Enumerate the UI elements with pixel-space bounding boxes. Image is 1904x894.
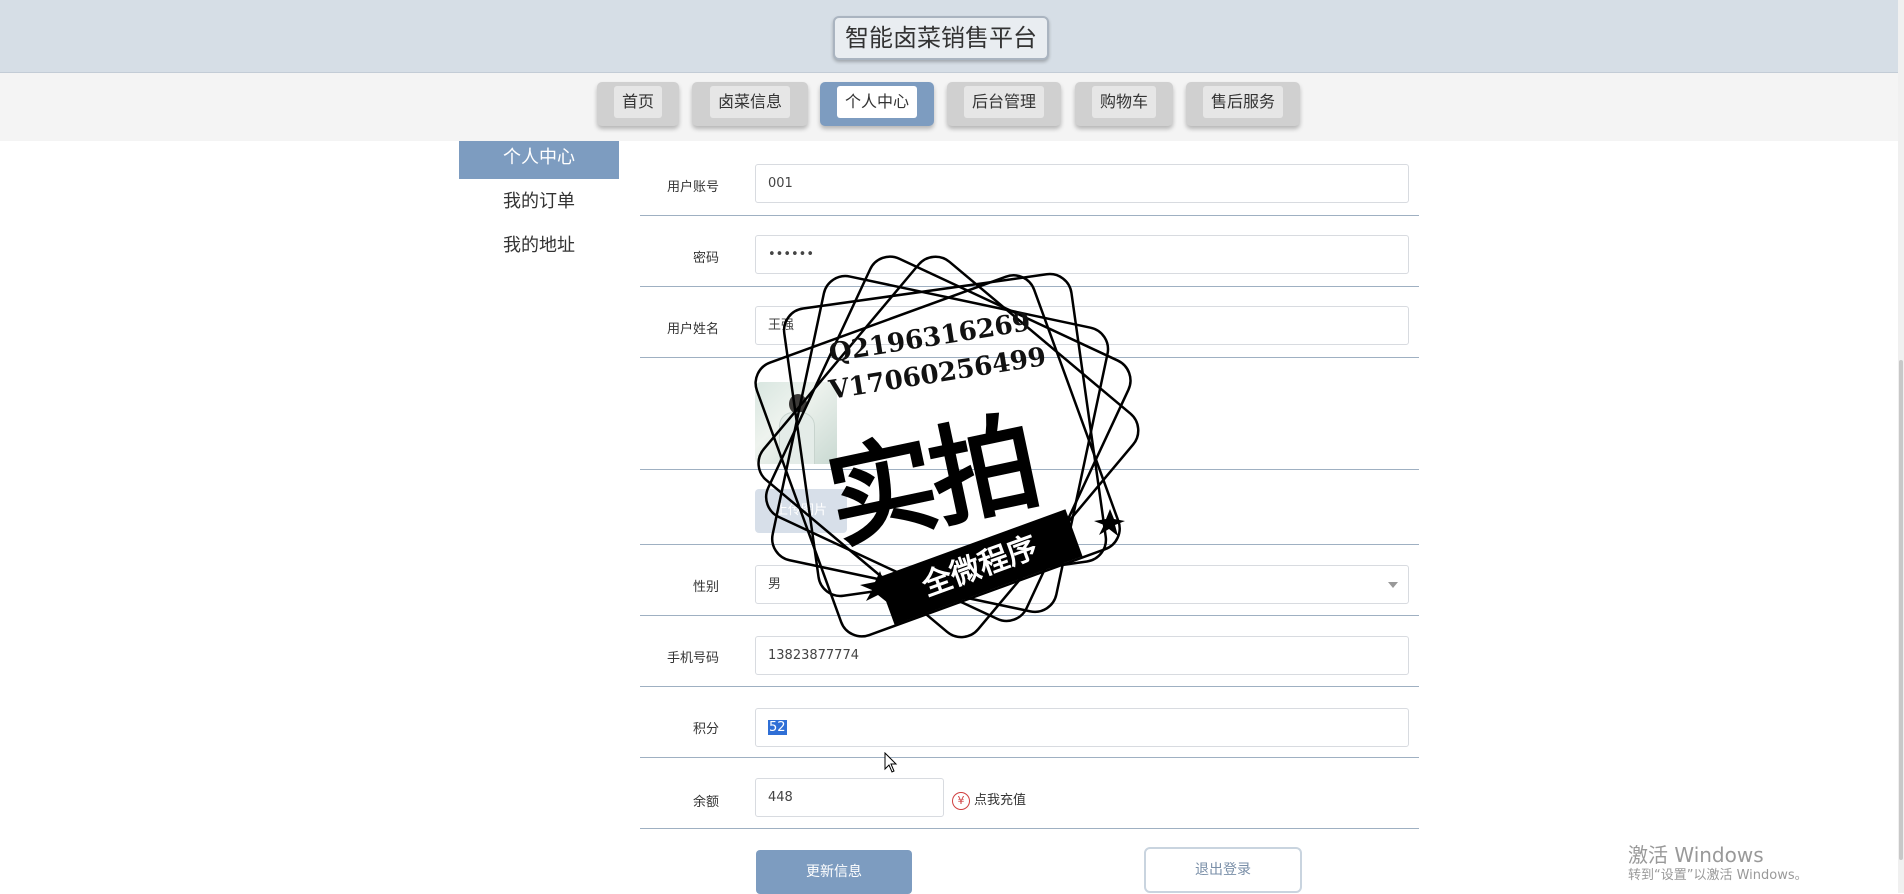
logout-button[interactable]: 退出登录 xyxy=(1144,847,1302,893)
password-label: 密码 xyxy=(692,251,719,266)
chevron-down-icon xyxy=(1388,582,1398,588)
points-label: 积分 xyxy=(692,722,719,737)
nav-products[interactable]: 卤菜信息 xyxy=(692,82,808,126)
sidebar: 个人中心 我的订单 我的地址 xyxy=(459,141,619,273)
account-row: 用户账号 001 xyxy=(640,152,1419,216)
site-title: 智能卤菜销售平台 xyxy=(833,16,1049,60)
windows-activation-subtitle: 转到“设置”以激活 Windows。 xyxy=(1628,868,1808,883)
mouse-cursor-icon xyxy=(884,752,898,773)
nav-cart[interactable]: 购物车 xyxy=(1075,82,1173,126)
account-input[interactable]: 001 xyxy=(755,164,1409,203)
recharge-link[interactable]: ¥ 点我充值 xyxy=(952,789,1026,810)
nav-personal-center[interactable]: 个人中心 xyxy=(820,82,934,126)
gender-label: 性别 xyxy=(692,580,719,595)
update-info-button[interactable]: 更新信息 xyxy=(756,850,912,894)
site-header: 智能卤菜销售平台 xyxy=(0,0,1904,73)
nav-home-label: 首页 xyxy=(613,86,662,118)
yen-icon: ¥ xyxy=(952,791,970,810)
nav-home[interactable]: 首页 xyxy=(597,82,679,126)
sidebar-item-my-orders[interactable]: 我的订单 xyxy=(459,185,619,223)
nav-after-sales-label: 售后服务 xyxy=(1202,86,1283,118)
nav-admin[interactable]: 后台管理 xyxy=(947,82,1061,126)
points-row: 积分 52 xyxy=(640,686,1419,758)
nav-personal-center-label: 个人中心 xyxy=(836,86,917,118)
recharge-label: 点我充值 xyxy=(974,793,1027,808)
balance-row: 余额 448 ¥ 点我充值 xyxy=(640,757,1419,829)
main-nav: 首页 卤菜信息 个人中心 后台管理 购物车 售后服务 xyxy=(0,73,1904,141)
points-input[interactable]: 52 xyxy=(755,708,1409,747)
phone-label: 手机号码 xyxy=(666,651,719,666)
nav-after-sales[interactable]: 售后服务 xyxy=(1186,82,1300,126)
windows-activation-title: 激活 Windows xyxy=(1628,843,1764,867)
watermark-stamp: Q2196316269 V17060256499 实拍 全微程序 xyxy=(740,255,1160,675)
sidebar-item-personal-center[interactable]: 个人中心 xyxy=(459,141,619,179)
page-scrollbar-thumb[interactable] xyxy=(1899,360,1903,860)
windows-activation-notice: 激活 Windows 转到“设置”以激活 Windows。 xyxy=(1628,843,1808,885)
balance-input[interactable]: 448 xyxy=(755,778,944,817)
sidebar-item-my-address[interactable]: 我的地址 xyxy=(459,229,619,267)
username-label: 用户姓名 xyxy=(666,322,719,337)
nav-products-label: 卤菜信息 xyxy=(709,86,790,118)
account-label: 用户账号 xyxy=(666,180,719,195)
balance-label: 余额 xyxy=(692,795,719,810)
nav-admin-label: 后台管理 xyxy=(963,86,1044,118)
points-value: 52 xyxy=(768,720,787,735)
nav-cart-label: 购物车 xyxy=(1091,86,1156,118)
